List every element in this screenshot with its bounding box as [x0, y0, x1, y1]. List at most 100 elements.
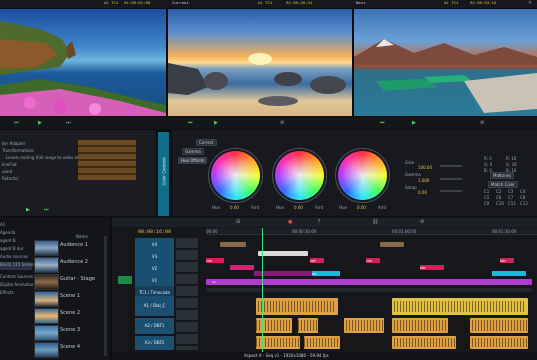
step-icon[interactable]: ⏭ — [66, 121, 71, 126]
play-icon[interactable]: ▶ — [38, 121, 42, 126]
video-clip-v1[interactable]: A1 — [206, 279, 532, 285]
track-header-a3[interactable]: A3 / DBF2 — [135, 336, 174, 350]
close-icon[interactable]: ✕ — [528, 1, 532, 6]
video-clip[interactable]: CEP — [366, 258, 380, 263]
track-header-a2[interactable]: A2 / DBF1 — [135, 318, 174, 334]
match-color-button[interactable]: Match Color — [488, 181, 518, 188]
grid-cell[interactable]: C9 — [484, 201, 496, 206]
effect-step-icon[interactable]: ⏭ — [44, 208, 49, 213]
highlights-value[interactable]: 0.00 — [357, 205, 366, 210]
audio-waveform — [256, 338, 528, 347]
gain-value[interactable]: 100.00 — [418, 165, 432, 170]
bin-folder[interactable]: Bin01 115 Scenes — [0, 262, 36, 270]
clip-thumbnail[interactable] — [34, 291, 59, 307]
effect-play-icon[interactable]: ▶ — [26, 208, 30, 213]
clip-name[interactable]: Audience 2 — [60, 259, 88, 265]
bin-folder[interactable]: Agenda — [0, 230, 32, 238]
grid-cell[interactable]: C12 — [520, 201, 532, 206]
setup-slider[interactable] — [440, 190, 462, 192]
video-clip[interactable] — [380, 242, 404, 247]
grid-cell[interactable]: C6 — [496, 195, 508, 200]
video-clip[interactable]: DBF — [420, 265, 444, 270]
shadows-value[interactable]: 0.00 — [230, 205, 239, 210]
clip-name[interactable]: Guitar - Stage — [60, 276, 95, 282]
timeline-lift-icon[interactable]: ⤒ — [318, 220, 320, 225]
left-monitor-tc-label: A1 TC1 — [104, 2, 119, 6]
bin-folder[interactable]: Content Sources — [0, 274, 33, 282]
ruler-tick: 00:00:30:00 — [292, 229, 317, 234]
bin-folder[interactable]: agent B dur — [0, 246, 32, 254]
bin-scrollbar[interactable] — [104, 236, 107, 356]
bin-folder[interactable]: agent B — [0, 238, 32, 246]
midtones-value[interactable]: 0.00 — [294, 205, 303, 210]
timeline-record-icon[interactable]: ● — [288, 220, 292, 225]
right-play-icon[interactable]: ▶ — [412, 121, 416, 126]
gain-label: Gain — [405, 160, 415, 165]
clip-name[interactable]: Scene 4 — [60, 344, 80, 350]
right-mark-in-icon[interactable]: ⏮ — [380, 121, 385, 126]
track-name: V2 — [151, 266, 158, 271]
timeline-timecode[interactable]: 00:00:16:09 — [138, 229, 171, 235]
center-gear-icon[interactable]: ⚙ — [280, 121, 284, 126]
bin-folder[interactable]: A1 — [0, 222, 32, 230]
timeline-playhead[interactable] — [262, 228, 263, 352]
mark-in-icon[interactable]: ⏮ — [14, 121, 19, 126]
bin-name-header[interactable]: Name — [76, 234, 88, 239]
clip-thumbnail[interactable] — [34, 342, 59, 358]
track-header-a1[interactable]: A1 / Dial_C — [135, 296, 174, 316]
timeline-ruler[interactable] — [206, 228, 537, 235]
center-monitor-name[interactable]: Current — [172, 2, 189, 6]
video-clip[interactable] — [230, 265, 254, 270]
grid-cell[interactable]: C10 — [496, 201, 508, 206]
clip-name[interactable]: Scene 3 — [60, 327, 80, 333]
clip-thumbnail[interactable] — [34, 274, 59, 290]
setup-value[interactable]: 0.00 — [418, 190, 427, 195]
grid-cell[interactable]: C1 — [484, 189, 496, 194]
video-clip[interactable]: DBF — [500, 258, 514, 263]
clip-thumbnail[interactable] — [34, 240, 59, 256]
grid-cell[interactable]: C8 — [520, 195, 532, 200]
grid-cell[interactable]: C2 — [496, 189, 508, 194]
shadows-color-wheel[interactable] — [211, 151, 260, 200]
clip-name[interactable]: Scene 2 — [60, 310, 80, 316]
gamma-value[interactable]: 1.000 — [418, 178, 429, 183]
grid-cell[interactable]: C3 — [508, 189, 520, 194]
clip-name[interactable]: Scene 1 — [60, 293, 80, 299]
video-clip[interactable]: DBF — [310, 258, 324, 263]
grid-cell[interactable]: C11 — [508, 201, 520, 206]
clip-label: CEP — [366, 259, 372, 263]
grid-cell[interactable]: C4 — [520, 189, 532, 194]
clip-thumbnail[interactable] — [34, 257, 59, 273]
right-gear-icon[interactable]: ⚙ — [480, 121, 484, 126]
clip-name[interactable]: Audience 1 — [60, 242, 88, 248]
record-target-v1[interactable] — [118, 276, 132, 284]
grid-cell[interactable]: C5 — [484, 195, 496, 200]
highlights-color-wheel[interactable] — [338, 151, 387, 200]
correct-button[interactable]: Correct — [196, 139, 217, 146]
video-clip[interactable] — [492, 271, 526, 276]
track-name: V1 — [151, 278, 158, 283]
bin-folder[interactable]: Effects — [0, 290, 32, 298]
bin-folder[interactable]: Digital Animations — [0, 282, 37, 290]
midtones-color-wheel[interactable] — [275, 151, 324, 200]
timeline-settings-icon[interactable]: ⚙ — [420, 220, 424, 225]
center-mark-in-icon[interactable]: ⏮ — [188, 121, 193, 126]
clip-thumbnail[interactable] — [34, 308, 59, 324]
video-clip[interactable]: CEP — [206, 258, 224, 263]
video-clip[interactable]: MK — [312, 271, 340, 276]
hue-offsets-button[interactable]: Hue Offsets — [178, 157, 208, 164]
gain-slider[interactable] — [440, 165, 462, 167]
video-clip[interactable] — [220, 242, 246, 247]
midtones-dropdown[interactable]: Midtones — [490, 172, 515, 179]
timeline-link-icon[interactable]: ⛓ — [372, 220, 378, 225]
gamma-slider[interactable] — [440, 178, 462, 180]
clip-thumbnail[interactable] — [34, 325, 59, 341]
gamma-button[interactable]: Gamma — [182, 148, 204, 155]
center-play-icon[interactable]: ▶ — [214, 121, 218, 126]
track-name: V3 — [151, 254, 158, 259]
right-monitor-name[interactable]: Next — [356, 2, 366, 6]
bin-folder[interactable]: Audio sources — [0, 254, 32, 262]
timeline-add-edit-icon[interactable]: ⊞ — [236, 220, 240, 225]
grid-cell[interactable]: C7 — [508, 195, 520, 200]
video-clip[interactable] — [258, 251, 308, 256]
